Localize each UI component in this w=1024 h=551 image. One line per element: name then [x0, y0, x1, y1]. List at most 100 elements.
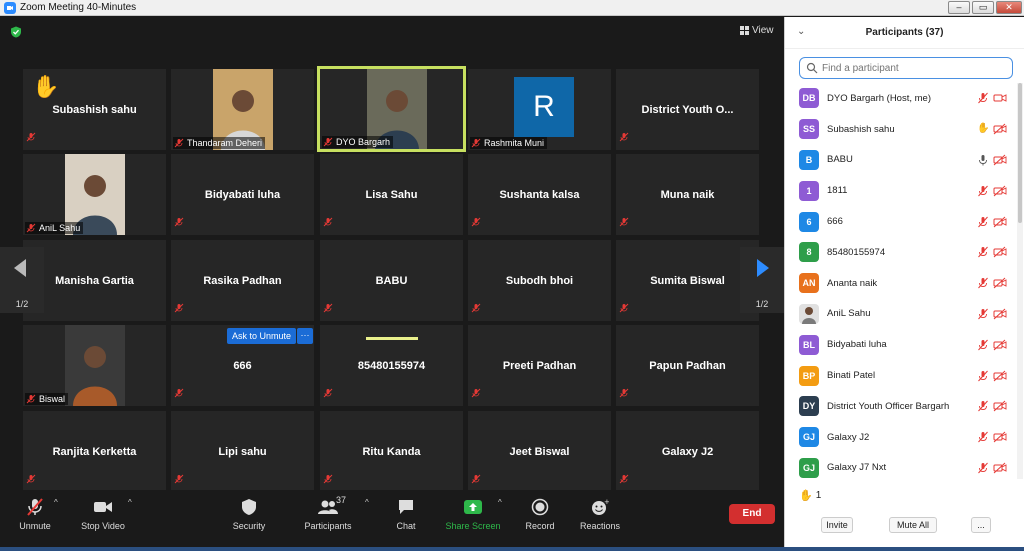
security-button[interactable]: Security: [214, 490, 284, 547]
view-button[interactable]: View: [740, 25, 774, 36]
video-tile[interactable]: Preeti Padhan: [468, 325, 611, 406]
video-off-icon: [993, 462, 1007, 474]
microphone-muted-icon: [978, 431, 988, 443]
arrow-right-icon: [757, 259, 769, 277]
participant-name: Lisa Sahu: [365, 188, 418, 201]
next-page-button[interactable]: 1/2: [740, 247, 784, 313]
microphone-muted-icon: [323, 385, 333, 403]
video-tile[interactable]: BABU: [320, 240, 463, 321]
participant-row[interactable]: DB DYO Bargarh (Host, me): [785, 83, 1017, 114]
participant-name: Galaxy J2: [827, 431, 870, 443]
microphone-muted-icon: [978, 93, 988, 104]
mute-all-button[interactable]: Mute All: [889, 517, 937, 533]
participant-name: Subashish sahu: [827, 123, 895, 135]
video-tile[interactable]: District Youth O...: [616, 69, 759, 150]
participant-name: 666: [827, 216, 843, 228]
video-tile[interactable]: Ranjita Kerketta: [23, 411, 166, 492]
video-tile[interactable]: Lisa Sahu: [320, 154, 463, 235]
participant-avatar: GJ: [799, 427, 819, 448]
audio-options-caret[interactable]: ^: [54, 498, 58, 507]
participant-row[interactable]: 8 85480155974: [785, 237, 1017, 268]
end-meeting-button[interactable]: End: [729, 504, 775, 524]
participant-search-input[interactable]: [822, 62, 1002, 74]
video-tile[interactable]: Bidyabati luha: [171, 154, 314, 235]
participant-list: DB DYO Bargarh (Host, me) SS Subashish sahu…: [785, 83, 1017, 479]
video-tile[interactable]: Sushanta kalsa: [468, 154, 611, 235]
participant-label-text: Rashmita Muni: [484, 138, 545, 148]
microphone-muted-icon: [471, 385, 481, 403]
participant-row[interactable]: 6 666: [785, 206, 1017, 237]
stop-video-label: Stop Video: [81, 521, 125, 531]
video-tile[interactable]: Muna naik: [616, 154, 759, 235]
participant-name: Sumita Biswal: [650, 274, 725, 287]
raised-hands-number: 1: [815, 490, 822, 501]
video-tile[interactable]: Papun Padhan: [616, 325, 759, 406]
participant-name: Galaxy J2: [661, 445, 714, 458]
participant-avatar: [799, 303, 819, 324]
meeting-toolbar: Unmute ^ Stop Video ^ Security 37 Partic…: [0, 490, 784, 547]
video-tile[interactable]: Thandaram Deheri: [171, 69, 314, 150]
participant-row[interactable]: 1 1811: [785, 175, 1017, 206]
video-tile[interactable]: Manisha Gartia: [23, 240, 166, 321]
microphone-muted-icon: [619, 385, 629, 403]
participant-name: Jeet Biswal: [509, 445, 570, 458]
participant-row[interactable]: AN Ananta naik: [785, 268, 1017, 299]
participant-row[interactable]: B BABU: [785, 145, 1017, 176]
minimize-button[interactable]: –: [948, 1, 970, 14]
video-tile[interactable]: Rasika Padhan: [171, 240, 314, 321]
participant-avatar: DY: [799, 396, 819, 417]
video-tile[interactable]: Sumita Biswal: [616, 240, 759, 321]
participant-search-box[interactable]: [799, 57, 1013, 79]
video-tile[interactable]: Subodh bhoi: [468, 240, 611, 321]
chat-button[interactable]: Chat: [371, 490, 441, 547]
participant-row[interactable]: SS Subashish sahu ✋: [785, 114, 1017, 145]
participant-row[interactable]: DY District Youth Officer Bargarh: [785, 391, 1017, 422]
participant-list-scrollbar[interactable]: [1017, 83, 1023, 479]
participants-button[interactable]: 37 Participants: [293, 490, 363, 547]
maximize-button[interactable]: ▭: [972, 1, 994, 14]
video-off-icon: [993, 370, 1007, 381]
participant-avatar: GJ: [799, 457, 819, 478]
participant-row[interactable]: BL Bidyabati luha: [785, 329, 1017, 360]
video-camera-icon: [92, 496, 114, 518]
panel-more-button[interactable]: ...: [971, 517, 991, 533]
tile-more-button[interactable]: ···: [297, 328, 313, 344]
video-tile[interactable]: R Rashmita Muni: [468, 69, 611, 150]
share-options-caret[interactable]: ^: [498, 498, 502, 507]
participant-avatar: 8: [799, 242, 819, 263]
video-off-icon: [993, 339, 1007, 351]
invite-button[interactable]: Invite: [821, 517, 853, 533]
video-tile[interactable]: DYO Bargarh: [317, 66, 466, 152]
microphone-muted-icon: [471, 138, 481, 148]
page-indicator-right: 1/2: [755, 299, 769, 309]
participant-name: Ritu Kanda: [362, 445, 421, 458]
participant-avatar: 1: [799, 180, 819, 201]
participant-video: [65, 325, 125, 406]
participant-name: Binati Patel: [827, 370, 876, 382]
participant-row[interactable]: AniL Sahu: [785, 299, 1017, 330]
video-tile[interactable]: AniL Sahu: [23, 154, 166, 235]
participant-name: 1811: [827, 185, 848, 197]
video-tile[interactable]: Biswal: [23, 325, 166, 406]
ask-to-unmute-button[interactable]: Ask to Unmute: [227, 328, 297, 344]
participants-options-caret[interactable]: ^: [365, 498, 369, 507]
scrollbar-thumb[interactable]: [1018, 83, 1022, 223]
video-tile[interactable]: Ritu Kanda: [320, 411, 463, 492]
grid-icon: [740, 26, 749, 35]
video-tile[interactable]: Galaxy J2: [616, 411, 759, 492]
close-window-button[interactable]: ✕: [996, 1, 1022, 14]
unmute-button[interactable]: Unmute: [0, 490, 70, 547]
video-tile[interactable]: Jeet Biswal: [468, 411, 611, 492]
participant-row[interactable]: GJ Galaxy J7 Nxt: [785, 453, 1017, 479]
video-tile[interactable]: Lipi sahu: [171, 411, 314, 492]
participant-row[interactable]: GJ Galaxy J2: [785, 422, 1017, 453]
video-off-icon: [993, 123, 1007, 135]
video-tile[interactable]: ✋ Subashish sahu: [23, 69, 166, 150]
microphone-muted-icon: [471, 214, 481, 232]
participant-row[interactable]: BP Binati Patel: [785, 360, 1017, 391]
reactions-button[interactable]: + Reactions: [565, 490, 635, 547]
view-label: View: [752, 25, 774, 36]
participants-count: 37: [336, 495, 347, 505]
video-options-caret[interactable]: ^: [128, 498, 132, 507]
previous-page-button[interactable]: 1/2: [0, 247, 44, 313]
